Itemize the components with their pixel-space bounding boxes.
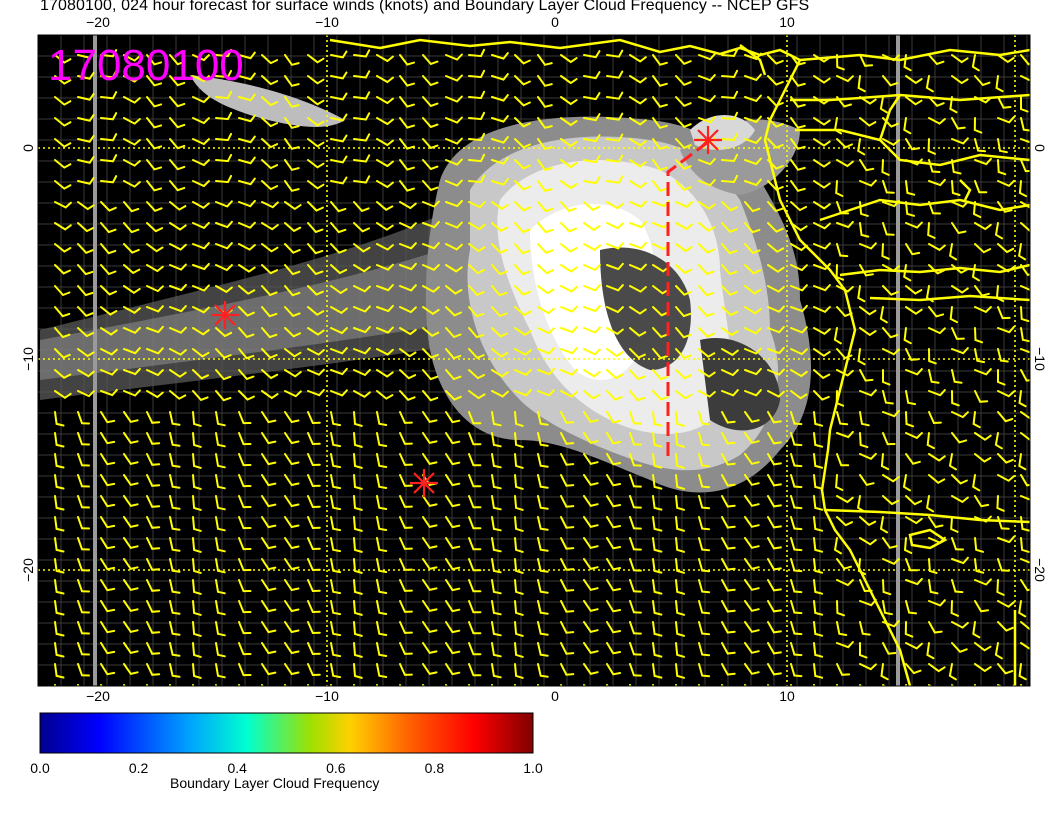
wind-barb xyxy=(468,684,471,686)
top-tick-label: 0 xyxy=(551,14,559,30)
colorbar-tick-label: 0.2 xyxy=(129,760,149,776)
wind-barb xyxy=(606,684,609,686)
date-stamp: 17080100 xyxy=(48,41,244,90)
wind-barb xyxy=(146,684,149,686)
wind-barb xyxy=(973,684,976,686)
wind-barb xyxy=(537,684,540,686)
bottom-tick-label: 10 xyxy=(779,688,795,704)
wind-barb xyxy=(560,684,563,686)
wind-barb xyxy=(376,684,379,686)
wind-barb xyxy=(1020,684,1023,686)
wind-barb xyxy=(353,684,356,686)
forecast-figure: −20 −10 0 10 −20 −10 0 10 0 −10 −20 0 −1… xyxy=(20,14,1048,776)
right-tick-label: 0 xyxy=(1032,144,1048,152)
colorbar: 0.0 0.2 0.4 0.6 0.8 1.0 xyxy=(30,712,543,776)
top-tick-label: 10 xyxy=(779,14,795,30)
bottom-tick-label: −10 xyxy=(315,688,339,704)
wind-barb xyxy=(698,684,701,686)
colorbar-label: Boundary Layer Cloud Frequency xyxy=(170,775,380,791)
colorbar-tick-label: 0.6 xyxy=(326,760,346,776)
top-tick-label: −10 xyxy=(315,14,339,30)
wind-barb xyxy=(238,684,241,686)
right-tick-label: −20 xyxy=(1032,558,1048,582)
wind-barb xyxy=(904,684,907,686)
map-panel xyxy=(37,34,1031,687)
right-tick-label: −10 xyxy=(1032,347,1048,371)
wind-barb xyxy=(721,684,724,686)
wind-barb xyxy=(399,684,402,686)
wind-barb xyxy=(54,684,57,686)
wind-barb xyxy=(629,684,632,686)
wind-barb xyxy=(261,684,264,686)
bottom-tick-label: −20 xyxy=(86,688,110,704)
wind-barb xyxy=(192,684,195,686)
left-tick-label: 0 xyxy=(20,144,36,152)
colorbar-tick-label: 0.4 xyxy=(227,760,247,776)
wind-barb xyxy=(835,684,838,686)
wind-barb xyxy=(652,684,655,686)
wind-barb xyxy=(215,684,218,686)
bottom-tick-label: 0 xyxy=(551,688,559,704)
colorbar-tick-label: 0.8 xyxy=(425,760,445,776)
colorbar-tick-label: 1.0 xyxy=(523,760,543,776)
top-tick-label: −20 xyxy=(86,14,110,30)
wind-barb xyxy=(514,684,517,686)
wind-barb xyxy=(169,684,172,686)
marker-star xyxy=(410,469,438,497)
colorbar-gradient xyxy=(39,712,534,754)
colorbar-tick-label: 0.0 xyxy=(30,760,50,776)
wind-barb xyxy=(491,684,494,686)
left-tick-label: −20 xyxy=(20,558,36,582)
wind-barb xyxy=(675,684,678,686)
marker-star xyxy=(211,301,239,329)
wind-barb xyxy=(445,684,448,686)
wind-barb xyxy=(813,684,816,686)
marker-star xyxy=(694,126,722,154)
left-tick-label: −10 xyxy=(20,347,36,371)
